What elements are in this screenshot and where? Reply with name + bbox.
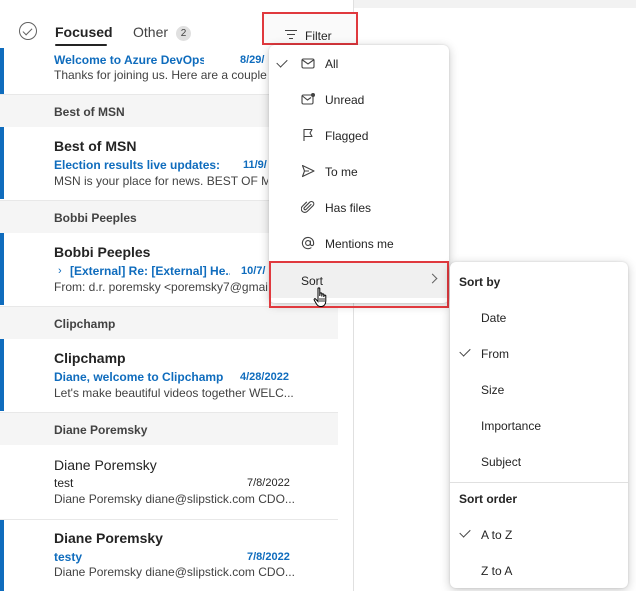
menu-label: All xyxy=(325,57,339,71)
sort-by-from[interactable]: From xyxy=(481,347,509,361)
message-sender: Diane Poremsky xyxy=(54,457,157,473)
group-label: Clipchamp xyxy=(54,317,116,331)
message-subject: Welcome to Azure DevOps xyxy=(54,53,204,67)
message-sender: Clipchamp xyxy=(54,350,126,366)
menu-label: Flagged xyxy=(325,129,369,143)
send-icon xyxy=(301,164,315,178)
message-subject: testy xyxy=(54,550,83,564)
message-preview: Thanks for joining us. Here are a couple… xyxy=(54,68,277,82)
list-item[interactable]: Clipchamp Diane, welcome to Clipchamp 4/… xyxy=(0,339,338,411)
message-subject: Election results live updates: ... xyxy=(54,158,224,172)
tab-focused[interactable]: Focused xyxy=(55,24,113,40)
paperclip-icon xyxy=(301,201,315,213)
checkmark-icon xyxy=(459,526,471,538)
filter-button[interactable]: Filter xyxy=(266,16,338,44)
filter-menu-item-has-files[interactable]: Has files xyxy=(269,190,449,226)
mail-unread-icon xyxy=(301,93,315,105)
filter-icon xyxy=(285,30,297,40)
checkmark-icon xyxy=(459,345,471,357)
at-icon xyxy=(301,236,315,250)
filter-menu-item-to-me[interactable]: To me xyxy=(269,154,449,190)
message-preview: Let's make beautiful videos together WEL… xyxy=(54,386,294,400)
menu-label: Unread xyxy=(325,93,365,107)
filter-menu-item-unread[interactable]: Unread xyxy=(269,82,449,118)
menu-label: To me xyxy=(325,165,358,179)
message-date: 8/29/ xyxy=(240,54,265,66)
menu-label: Has files xyxy=(325,201,372,215)
filter-menu-item-flagged[interactable]: Flagged xyxy=(269,118,449,154)
message-preview: MSN is your place for news. BEST OF MSN xyxy=(54,174,268,188)
group-label: Diane Poremsky xyxy=(54,423,148,437)
tab-focused-underline xyxy=(55,44,107,46)
chevron-right-icon[interactable]: › xyxy=(58,265,62,277)
select-all-icon[interactable] xyxy=(19,22,37,40)
list-item[interactable]: Diane Poremsky testy 7/8/2022 Diane Pore… xyxy=(0,519,338,591)
message-date: 4/28/2022 xyxy=(240,371,289,383)
message-preview: Diane Poremsky diane@slipstick.com CDO..… xyxy=(54,565,294,579)
message-sender: Diane Poremsky xyxy=(54,530,163,546)
menu-divider xyxy=(450,482,628,483)
sort-by-size[interactable]: Size xyxy=(481,383,504,397)
filter-menu-item-all[interactable]: All xyxy=(269,46,449,82)
list-item[interactable]: Diane Poremsky test 7/8/2022 Diane Porem… xyxy=(0,445,338,517)
other-count-badge: 2 xyxy=(176,26,191,41)
sort-by-date[interactable]: Date xyxy=(481,311,506,325)
mail-icon xyxy=(301,58,315,69)
sort-order-a-to-z[interactable]: A to Z xyxy=(481,528,512,542)
flag-icon xyxy=(303,128,313,141)
group-header: Clipchamp xyxy=(0,306,338,339)
sort-highlight-box xyxy=(269,261,449,308)
message-subject: test xyxy=(54,476,74,490)
sort-submenu: Sort by Date From Size Importance Subjec… xyxy=(450,262,628,588)
group-label: Best of MSN xyxy=(54,105,125,119)
message-date: 7/8/2022 xyxy=(247,477,290,489)
message-subject: Diane, welcome to Clipchamp xyxy=(54,370,224,384)
sort-order-z-to-a[interactable]: Z to A xyxy=(481,564,512,578)
message-preview: From: d.r. poremsky <poremsky7@gmail xyxy=(54,280,268,294)
group-label: Bobbi Peeples xyxy=(54,211,137,225)
filter-label: Filter xyxy=(305,29,332,43)
message-subject: [External] Re: [External] He... xyxy=(70,264,230,278)
message-sender: Bobbi Peeples xyxy=(54,244,151,260)
hand-cursor-icon xyxy=(313,287,327,307)
tab-other[interactable]: Other xyxy=(133,24,168,40)
sort-by-importance[interactable]: Importance xyxy=(481,419,541,433)
group-header: Diane Poremsky xyxy=(0,412,338,445)
sort-by-subject[interactable]: Subject xyxy=(481,455,521,469)
sort-order-heading: Sort order xyxy=(459,492,518,506)
menu-label: Mentions me xyxy=(325,237,394,251)
message-preview: Diane Poremsky diane@slipstick.com CDO..… xyxy=(54,492,294,506)
message-date: 11/9/ xyxy=(243,159,267,171)
message-date: 10/7/ xyxy=(241,265,266,277)
sort-by-heading: Sort by xyxy=(459,275,501,289)
message-sender: Best of MSN xyxy=(54,138,137,154)
filter-menu-item-mentions-me[interactable]: Mentions me xyxy=(269,226,449,262)
reading-pane-top xyxy=(354,0,636,8)
message-date: 7/8/2022 xyxy=(247,551,290,563)
checkmark-icon xyxy=(276,56,288,68)
